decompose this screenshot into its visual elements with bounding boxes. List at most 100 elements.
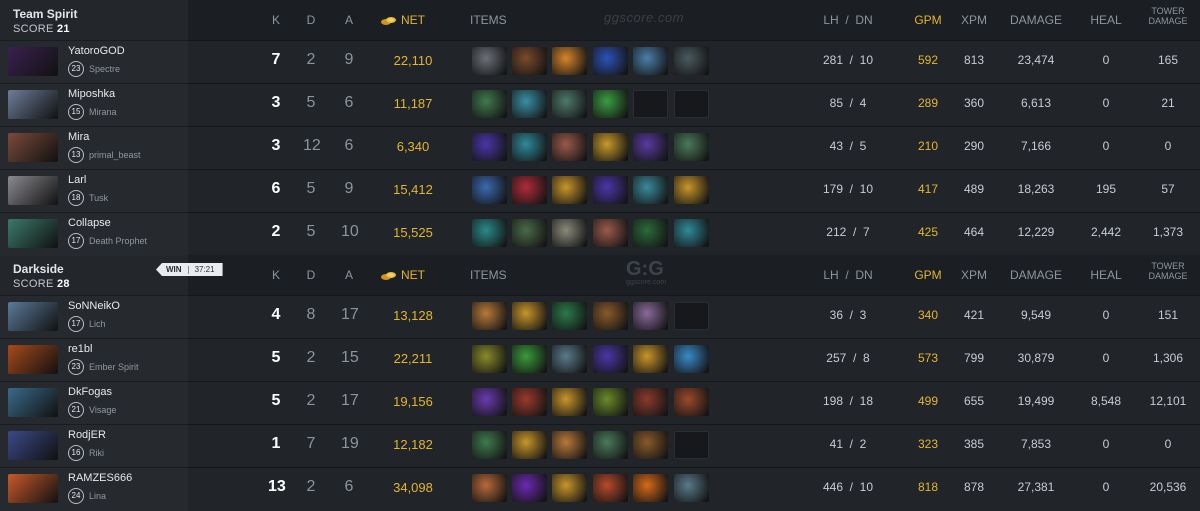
item-slot-icon[interactable] (552, 219, 587, 247)
item-slot-icon[interactable] (633, 176, 668, 204)
player-name[interactable]: Collapse (68, 217, 111, 229)
column-xpm[interactable]: XPM (959, 13, 989, 27)
item-slot-icon[interactable] (593, 90, 628, 118)
player-name[interactable]: Larl (68, 174, 86, 186)
column-heal[interactable]: HEAL (1086, 13, 1126, 27)
item-slot-icon[interactable] (674, 176, 709, 204)
player-card[interactable]: RAMZES666 24 Lina (0, 467, 188, 511)
item-slot-icon[interactable] (674, 345, 709, 373)
item-slot-icon[interactable] (552, 431, 587, 459)
item-slot-icon[interactable] (674, 388, 709, 416)
player-name[interactable]: YatoroGOD (68, 45, 125, 57)
empty-item-slot[interactable] (674, 302, 709, 330)
item-slot-icon[interactable] (472, 176, 507, 204)
item-slot-icon[interactable] (472, 90, 507, 118)
item-slot-icon[interactable] (593, 388, 628, 416)
item-slot-icon[interactable] (512, 90, 547, 118)
item-slot-icon[interactable] (512, 302, 547, 330)
item-slot-icon[interactable] (552, 47, 587, 75)
item-slot-icon[interactable] (633, 388, 668, 416)
item-slot-icon[interactable] (552, 133, 587, 161)
item-slot-icon[interactable] (472, 133, 507, 161)
item-slot-icon[interactable] (633, 47, 668, 75)
item-slot-icon[interactable] (633, 345, 668, 373)
item-slot-icon[interactable] (472, 302, 507, 330)
player-card[interactable]: re1bl 23 Ember Spirit (0, 338, 188, 382)
column-tower-damage[interactable]: TOWER DAMAGE (1143, 6, 1193, 26)
item-slot-icon[interactable] (472, 219, 507, 247)
item-slot-icon[interactable] (472, 345, 507, 373)
item-slot-icon[interactable] (472, 474, 507, 502)
item-slot-icon[interactable] (512, 47, 547, 75)
item-slot-icon[interactable] (674, 219, 709, 247)
item-slot-icon[interactable] (593, 47, 628, 75)
player-card[interactable]: Mira 13 primal_beast (0, 126, 188, 170)
item-slot-icon[interactable] (593, 474, 628, 502)
item-slot-icon[interactable] (512, 345, 547, 373)
item-slot-icon[interactable] (552, 345, 587, 373)
player-card[interactable]: Collapse 17 Death Prophet (0, 212, 188, 256)
item-slot-icon[interactable] (593, 133, 628, 161)
item-slot-icon[interactable] (472, 47, 507, 75)
column-d[interactable]: D (303, 13, 319, 27)
empty-item-slot[interactable] (674, 431, 709, 459)
player-card[interactable]: Larl 18 Tusk (0, 169, 188, 213)
empty-item-slot[interactable] (674, 90, 709, 118)
item-slot-icon[interactable] (674, 474, 709, 502)
item-slot-icon[interactable] (593, 219, 628, 247)
column-net[interactable]: NET (381, 13, 425, 27)
item-slot-icon[interactable] (633, 474, 668, 502)
column-xpm[interactable]: XPM (959, 268, 989, 282)
item-slot-icon[interactable] (512, 431, 547, 459)
item-slot-icon[interactable] (593, 176, 628, 204)
item-slot-icon[interactable] (633, 431, 668, 459)
item-slot-icon[interactable] (633, 133, 668, 161)
item-slot-icon[interactable] (674, 47, 709, 75)
item-slot-icon[interactable] (674, 133, 709, 161)
player-card[interactable]: RodjER 16 Riki (0, 424, 188, 468)
player-name[interactable]: DkFogas (68, 386, 112, 398)
item-slot-icon[interactable] (512, 474, 547, 502)
empty-item-slot[interactable] (633, 90, 668, 118)
item-slot-icon[interactable] (593, 431, 628, 459)
column-gpm[interactable]: GPM (913, 268, 943, 282)
item-slot-icon[interactable] (512, 176, 547, 204)
item-slot-icon[interactable] (593, 302, 628, 330)
item-slot-icon[interactable] (512, 133, 547, 161)
column-k[interactable]: K (268, 268, 284, 282)
item-slot-icon[interactable] (633, 302, 668, 330)
player-card[interactable]: Miposhka 15 Mirana (0, 83, 188, 127)
item-slot-icon[interactable] (593, 345, 628, 373)
item-slot-icon[interactable] (512, 219, 547, 247)
item-slot-icon[interactable] (552, 176, 587, 204)
item-slot-icon[interactable] (552, 388, 587, 416)
column-net[interactable]: NET (381, 268, 425, 282)
player-name[interactable]: RodjER (68, 429, 106, 441)
item-slot-icon[interactable] (512, 388, 547, 416)
column-lh-dn[interactable]: LH / DN (808, 13, 888, 27)
column-gpm[interactable]: GPM (913, 13, 943, 27)
player-name[interactable]: SoNNeikO (68, 300, 120, 312)
column-lh-dn[interactable]: LH / DN (808, 268, 888, 282)
item-slot-icon[interactable] (472, 431, 507, 459)
player-name[interactable]: Mira (68, 131, 89, 143)
player-name[interactable]: Miposhka (68, 88, 115, 100)
item-slot-icon[interactable] (472, 388, 507, 416)
column-a[interactable]: A (341, 13, 357, 27)
column-heal[interactable]: HEAL (1086, 268, 1126, 282)
column-damage[interactable]: DAMAGE (1006, 13, 1066, 27)
item-slot-icon[interactable] (633, 219, 668, 247)
column-d[interactable]: D (303, 268, 319, 282)
player-name[interactable]: RAMZES666 (68, 472, 132, 484)
item-slot-icon[interactable] (552, 302, 587, 330)
column-k[interactable]: K (268, 13, 284, 27)
column-a[interactable]: A (341, 268, 357, 282)
player-card[interactable]: YatoroGOD 23 Spectre (0, 40, 188, 84)
column-tower-damage[interactable]: TOWER DAMAGE (1143, 261, 1193, 281)
column-damage[interactable]: DAMAGE (1006, 268, 1066, 282)
player-name[interactable]: re1bl (68, 343, 92, 355)
player-card[interactable]: DkFogas 21 Visage (0, 381, 188, 425)
item-slot-icon[interactable] (552, 90, 587, 118)
player-card[interactable]: SoNNeikO 17 Lich (0, 295, 188, 339)
item-slot-icon[interactable] (552, 474, 587, 502)
